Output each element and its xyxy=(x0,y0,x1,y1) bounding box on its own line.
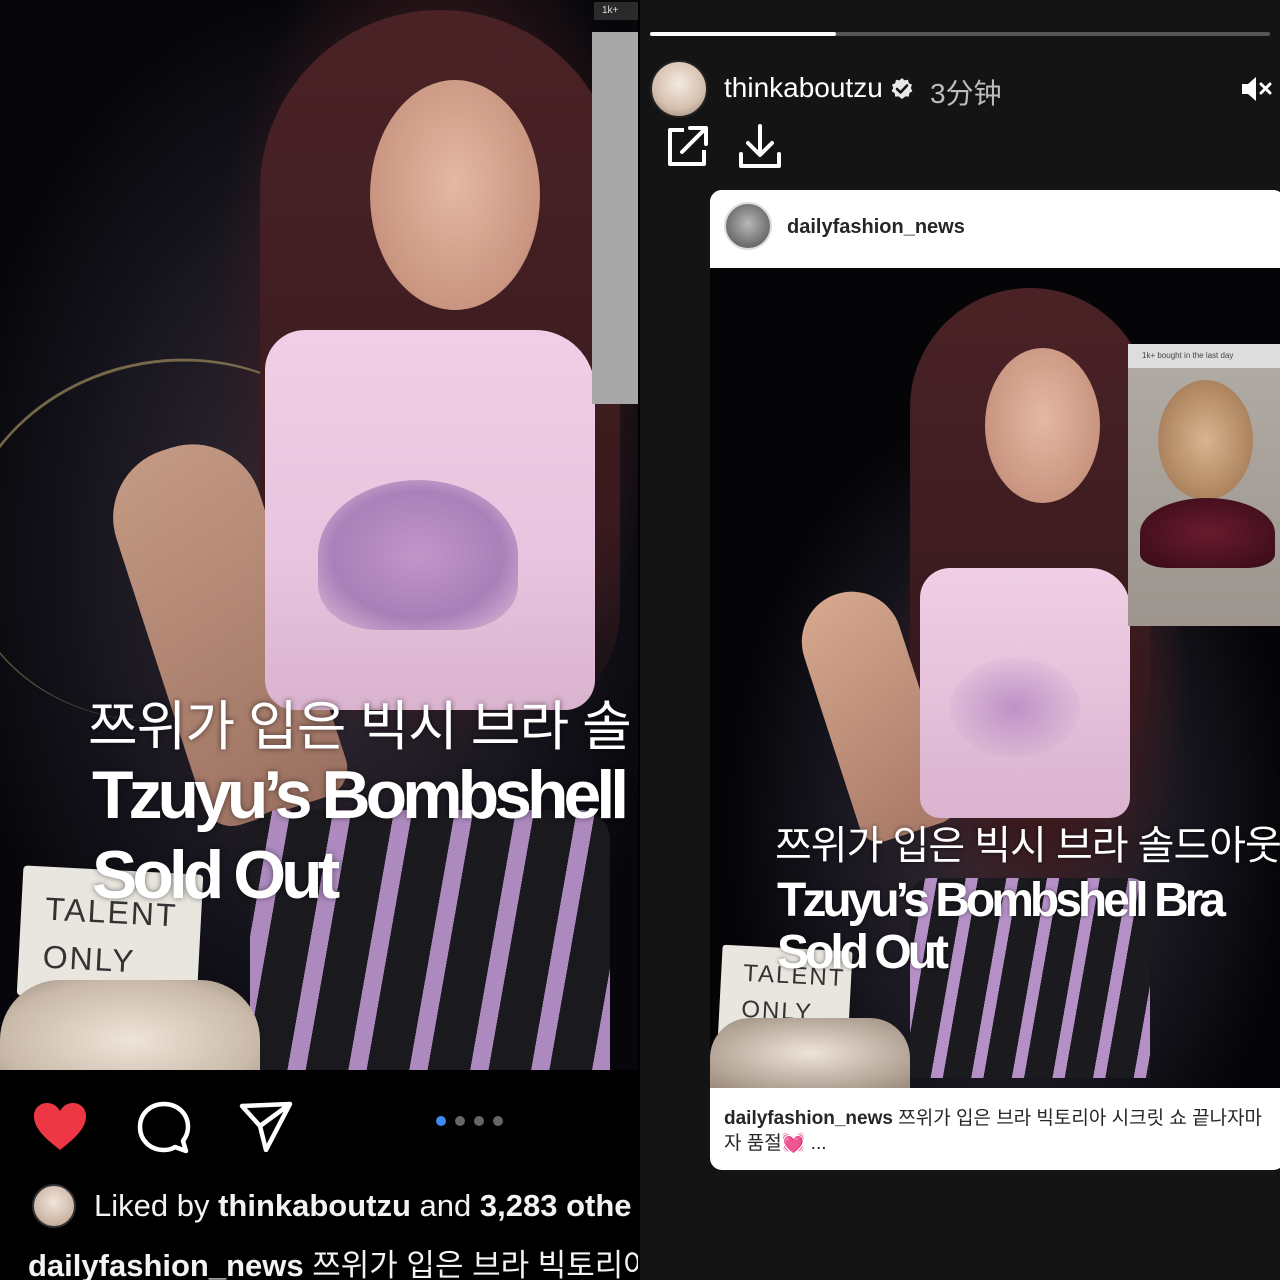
shared-post-card[interactable]: dailyfashion_news TALENT ONLY 1k+ bought… xyxy=(710,190,1280,1170)
product-ad-model xyxy=(1158,380,1253,500)
avatar[interactable] xyxy=(724,202,772,250)
background-fluffy-object xyxy=(710,1018,910,1088)
comment-icon[interactable] xyxy=(136,1100,192,1156)
overlay-english-line-2: Sold Out xyxy=(92,837,340,913)
liked-by-text[interactable]: Liked by thinkaboutzu and 3,283 othe xyxy=(94,1188,632,1224)
background-fluffy-object xyxy=(0,980,260,1070)
story-username[interactable]: thinkaboutzu xyxy=(724,72,883,104)
carousel-dot xyxy=(474,1116,484,1126)
heart-emoji: 💓 xyxy=(781,1133,806,1154)
liked-by-middle: and xyxy=(410,1188,480,1223)
post-actions-bar xyxy=(0,1070,638,1180)
overlay-english-line-1: Tzuyu’s Bombshell Bra xyxy=(777,874,1226,927)
overlay-korean-headline: 쯔위가 입은 빅시 브라 솔 xyxy=(88,697,632,757)
ad-bought-badge: 1k+ bought in the last day xyxy=(1128,344,1280,368)
share-icon[interactable] xyxy=(238,1100,294,1152)
shared-post-caption: dailyfashion_news 쯔위가 입은 브라 빅토리아 시크릿 쇼 끝… xyxy=(724,1106,1274,1156)
heart-icon[interactable] xyxy=(32,1102,88,1152)
overlay-english-line-1: Tzuyu’s Bombshell xyxy=(92,757,629,833)
external-link-icon[interactable] xyxy=(664,124,710,170)
photo-subject-lace xyxy=(950,658,1080,758)
overlay-korean-headline: 쯔위가 입은 빅시 브라 솔드아웃 xyxy=(775,824,1280,868)
side-badge: 1k+ xyxy=(594,2,638,20)
liked-by-row[interactable]: Liked by thinkaboutzu and 3,283 othe xyxy=(0,1180,638,1230)
mute-icon[interactable] xyxy=(1240,74,1272,104)
caption-username[interactable]: dailyfashion_news xyxy=(28,1248,304,1280)
caption-text: 쯔위가 입은 브라 빅토리아 xyxy=(303,1248,638,1280)
photo-subject-face xyxy=(370,80,540,310)
product-ad-item xyxy=(1140,498,1275,568)
carousel-dot-active xyxy=(436,1116,446,1126)
likes-count[interactable]: 3,283 othe xyxy=(480,1188,632,1223)
overlay-english-line-2: Sold Out xyxy=(777,926,949,979)
carousel-dot xyxy=(493,1116,503,1126)
liked-by-prefix: Liked by xyxy=(94,1188,219,1223)
feed-post: TALENT ONLY 1k+ 쯔위가 입은 빅시 브라 솔 Tzuyu’s B… xyxy=(0,0,638,1280)
story-timestamp: 3分钟 xyxy=(930,78,1002,109)
photo-subject-face xyxy=(985,348,1100,503)
caption-username[interactable]: dailyfashion_news xyxy=(724,1108,893,1129)
caption-more[interactable]: ... xyxy=(805,1133,827,1154)
next-slide-peek xyxy=(592,32,638,404)
shared-post-username[interactable]: dailyfashion_news xyxy=(787,216,965,239)
avatar[interactable] xyxy=(32,1184,76,1228)
photo-subject-lace xyxy=(318,480,518,630)
story-progress-bar xyxy=(650,32,1270,36)
shared-post-photo[interactable]: TALENT ONLY 1k+ bought in the last day 쯔… xyxy=(710,268,1280,1088)
story-viewer: thinkaboutzu 3分钟 dailyfashion_news TALEN… xyxy=(640,0,1280,1280)
post-photo[interactable]: TALENT ONLY 1k+ 쯔위가 입은 빅시 브라 솔 Tzuyu’s B… xyxy=(0,0,638,1070)
avatar[interactable] xyxy=(650,60,708,118)
post-caption: dailyfashion_news 쯔위가 입은 브라 빅토리아 xyxy=(28,1240,638,1280)
carousel-indicator xyxy=(436,1116,503,1126)
verified-badge-icon xyxy=(891,78,913,99)
download-icon[interactable] xyxy=(738,124,782,170)
liked-by-user[interactable]: thinkaboutzu xyxy=(218,1188,411,1223)
carousel-dot xyxy=(455,1116,465,1126)
shared-post-header: dailyfashion_news xyxy=(710,190,1280,268)
story-progress-fill xyxy=(650,32,836,36)
